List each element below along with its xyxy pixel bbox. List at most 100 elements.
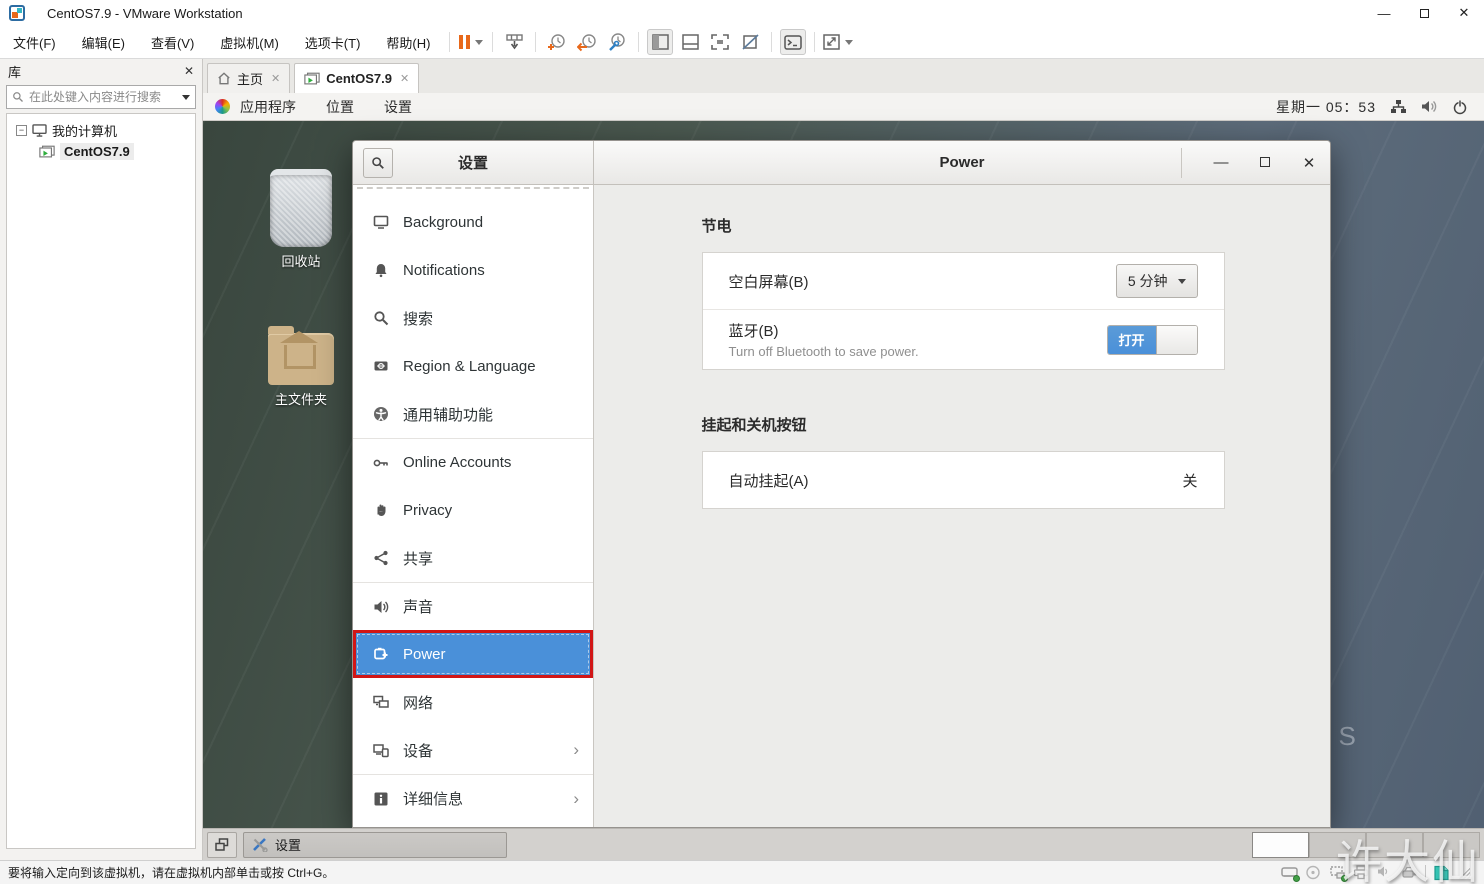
trash-icon	[270, 169, 332, 247]
fullscreen-button[interactable]	[707, 29, 733, 55]
tree-item-my-computer[interactable]: − 我的计算机	[11, 120, 191, 141]
window-maximize-button[interactable]	[1404, 0, 1444, 26]
sidebar-label: 网络	[403, 694, 434, 712]
unity-mode-button[interactable]	[737, 29, 763, 55]
blank-screen-dropdown[interactable]: 5 分钟	[1115, 264, 1198, 298]
vmware-logo-icon	[9, 5, 25, 21]
sidebar-item-notifications[interactable]: Notifications	[353, 246, 593, 294]
library-search[interactable]	[6, 85, 196, 109]
sidebar-item-network[interactable]: 网络	[353, 678, 593, 726]
vm-icon	[39, 145, 55, 157]
sidebar-item-background[interactable]: Background	[353, 198, 593, 246]
tab-home[interactable]: 主页 ✕	[207, 63, 291, 93]
sidebar-item-devices[interactable]: 设备 ›	[353, 726, 593, 774]
window-list-button[interactable]	[207, 831, 237, 858]
search-icon	[374, 311, 389, 326]
snapshot-manager-icon	[609, 33, 626, 51]
sidebar-item-sound[interactable]: 声音	[353, 582, 593, 630]
home-folder-icon	[268, 326, 334, 385]
bluetooth-toggle[interactable]: 打开	[1106, 324, 1198, 355]
snapshot-manager-button[interactable]	[604, 29, 630, 55]
tree-collapse-icon[interactable]: −	[16, 125, 27, 136]
revert-snapshot-button[interactable]	[574, 29, 600, 55]
places-menu[interactable]: 位置	[326, 97, 354, 117]
tab-home-label: 主页	[237, 72, 264, 87]
bluetooth-label: 蓝牙(B)	[728, 323, 779, 340]
network-status-icon[interactable]	[1390, 99, 1407, 115]
menu-view[interactable]: 查看(V)	[138, 26, 207, 58]
tab-vm-close-icon[interactable]: ✕	[400, 72, 409, 85]
menu-vm[interactable]: 虚拟机(M)	[207, 26, 292, 58]
window-title: CentOS7.9 - VMware Workstation	[47, 5, 243, 21]
home-folder-label: 主文件夹	[274, 392, 327, 407]
auto-suspend-row[interactable]: 自动挂起(A) 关	[703, 452, 1224, 508]
settings-maximize-button[interactable]	[1256, 154, 1274, 171]
take-snapshot-button[interactable]	[544, 29, 570, 55]
snapshot-plus-icon	[548, 34, 566, 50]
privacy-icon	[377, 504, 386, 516]
menu-file[interactable]: 文件(F)	[0, 26, 69, 58]
virtual-terminal-button[interactable]	[780, 29, 807, 55]
trash-desktop-icon[interactable]: 回收站	[255, 169, 347, 270]
search-filter-dropdown-icon[interactable]	[182, 94, 190, 100]
sidebar-label: Power	[403, 645, 446, 663]
settings-minimize-button[interactable]: —	[1212, 154, 1230, 171]
fit-guest-button[interactable]	[823, 29, 854, 55]
taskbar-task-label: 设置	[275, 838, 302, 853]
sidebar-label: 设备	[403, 742, 434, 760]
menu-help[interactable]: 帮助(H)	[373, 26, 443, 58]
blank-screen-row: 空白屏幕(B) 5 分钟	[703, 253, 1224, 309]
menu-edit[interactable]: 编辑(E)	[69, 26, 138, 58]
sidebar-item-online-accounts[interactable]: Online Accounts	[353, 438, 593, 486]
tab-vm-label: CentOS7.9	[326, 71, 392, 86]
bluetooth-subtitle: Turn off Bluetooth to save power.	[728, 344, 919, 359]
power-status-icon[interactable]	[1452, 99, 1468, 115]
console-view-button[interactable]	[677, 29, 703, 55]
sidebar-item-region-language[interactable]: Region & Language	[353, 342, 593, 390]
sidebar-item-sharing[interactable]: 共享	[353, 534, 593, 582]
applications-icon	[215, 99, 230, 114]
settings-appmenu[interactable]: 设置	[384, 97, 412, 117]
menubar: 文件(F) 编辑(E) 查看(V) 虚拟机(M) 选项卡(T) 帮助(H)	[0, 26, 1484, 59]
taskbar-settings-task[interactable]: 设置	[243, 831, 507, 858]
ctrl-alt-del-icon	[506, 34, 523, 50]
settings-title: 设置	[457, 155, 488, 172]
auto-suspend-label: 自动挂起(A)	[728, 472, 809, 490]
region-language-icon	[374, 361, 388, 371]
library-tree: − 我的计算机 CentOS7.9	[6, 113, 196, 849]
workspace-1[interactable]	[1252, 831, 1309, 858]
sidebar-item-details[interactable]: 详细信息 ›	[353, 774, 593, 822]
tab-home-close-icon[interactable]: ✕	[271, 72, 280, 85]
library-search-input[interactable]	[29, 90, 180, 104]
settings-search-button[interactable]	[363, 148, 393, 178]
sidebar-item-search[interactable]: 搜索	[353, 294, 593, 342]
volume-icon[interactable]	[1421, 99, 1438, 114]
settings-close-button[interactable]: ✕	[1300, 154, 1318, 172]
search-icon	[372, 157, 384, 169]
sidebar-item-privacy[interactable]: Privacy	[353, 486, 593, 534]
tree-item-vm[interactable]: CentOS7.9	[11, 141, 191, 162]
harddisk-device-icon[interactable]	[1281, 865, 1300, 882]
sidebar-label: Notifications	[403, 261, 485, 279]
watermark-text: 许大仙	[1336, 836, 1480, 884]
window-close-button[interactable]: ✕	[1444, 0, 1484, 26]
window-list-icon	[215, 838, 229, 851]
applications-menu[interactable]: 应用程序	[240, 97, 296, 117]
sidebar-item-power[interactable]: Power	[353, 630, 593, 678]
sidebar-label: 详细信息	[403, 791, 464, 808]
sidebar-item-universal-access[interactable]: 通用辅助功能	[353, 390, 593, 438]
sidebar-label: Privacy	[403, 501, 453, 519]
suspend-vm-button[interactable]	[458, 29, 484, 55]
library-close-icon[interactable]: ✕	[184, 64, 194, 78]
gnome-top-bar: 应用程序 位置 设置 星期一 05：53	[203, 93, 1484, 121]
cdrom-device-icon[interactable]	[1305, 865, 1322, 880]
sidebar-label: 搜索	[403, 310, 434, 328]
home-folder-desktop-icon[interactable]: 主文件夹	[255, 326, 347, 408]
window-minimize-button[interactable]: —	[1364, 0, 1404, 26]
menu-tabs[interactable]: 选项卡(T)	[292, 26, 374, 58]
tools-icon	[253, 838, 268, 852]
toggle-library-panel-button[interactable]	[647, 29, 674, 55]
guest-clock[interactable]: 星期一 05：53	[1276, 97, 1376, 117]
tab-vm[interactable]: CentOS7.9 ✕	[294, 63, 420, 93]
send-ctrl-alt-del-button[interactable]	[501, 29, 527, 55]
